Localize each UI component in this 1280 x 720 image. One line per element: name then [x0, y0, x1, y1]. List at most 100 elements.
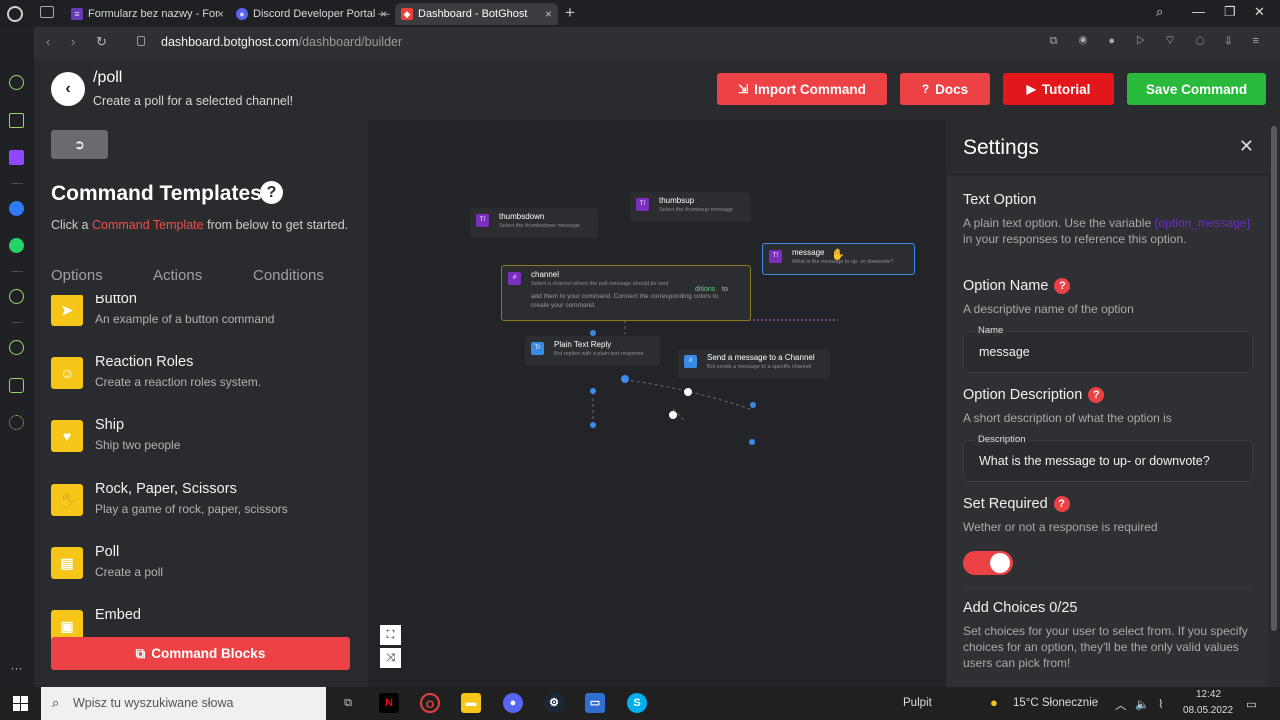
clock-time[interactable]: 12:42	[1196, 689, 1221, 700]
extension-icons[interactable]: ⧉ ◉ ● ▷ ♡ ⬡ ⇩ ≡	[1050, 35, 1268, 48]
opera-icon[interactable]: O	[420, 693, 440, 713]
node-plain-text-reply[interactable]: Tr Plain Text Reply Bot replies with a p…	[525, 336, 660, 366]
workspaces-icon[interactable]	[40, 6, 54, 18]
back-button[interactable]: ‹	[51, 72, 85, 106]
help-icon[interactable]: ?	[260, 181, 283, 204]
network-icon[interactable]: ⌇	[1158, 697, 1164, 711]
node-message[interactable]: T! message What is the message to up- or…	[762, 243, 915, 275]
skype-icon[interactable]: S	[627, 693, 647, 713]
steam-icon[interactable]: ⚙	[544, 693, 564, 713]
opera-logo-icon[interactable]	[7, 6, 23, 22]
connection-handle[interactable]	[750, 402, 756, 408]
settings-gear-icon[interactable]	[9, 415, 24, 430]
builder-canvas[interactable]: T! thumbsdown Select the thumbsdown mess…	[368, 120, 946, 687]
node-title: Plain Text Reply	[554, 340, 612, 349]
node-thumbsdown[interactable]: T! thumbsdown Select the thumbsdown mess…	[470, 208, 598, 238]
option-description-description: A short description of what the option i…	[963, 411, 1172, 425]
page-scrollbar[interactable]	[1268, 120, 1280, 687]
whatsapp-icon[interactable]	[9, 238, 24, 253]
option-description-field[interactable]: Description What is the message to up- o…	[963, 434, 1253, 482]
connection-handle[interactable]	[749, 439, 755, 445]
search-tabs-icon[interactable]: ⌕	[1156, 4, 1163, 20]
cube-icon[interactable]	[9, 378, 24, 393]
command-template-link[interactable]: Command Template	[92, 218, 204, 232]
connection-handle[interactable]	[621, 375, 629, 383]
set-required-description: Wether or not a response is required	[963, 520, 1158, 534]
help-icon[interactable]: ?	[1053, 496, 1070, 512]
bag-icon[interactable]	[9, 113, 24, 128]
help-icon[interactable]: ?	[1054, 278, 1071, 294]
close-tab-icon[interactable]: ×	[217, 7, 224, 21]
bar-chart-icon: ▤	[51, 547, 83, 579]
save-command-button[interactable]: Save Command	[1127, 73, 1266, 105]
tray-chevron-icon[interactable]: ︿	[1115, 697, 1127, 713]
tab-conditions[interactable]: Conditions	[253, 267, 324, 284]
file-explorer-icon[interactable]: ▬	[461, 693, 481, 713]
subtitle-text: Click a	[51, 218, 92, 232]
help-icon[interactable]: ?	[1088, 387, 1105, 403]
url-field[interactable]: dashboard.botghost.com/dashboard/builder	[161, 35, 402, 49]
url-path: /dashboard/builder	[298, 35, 403, 49]
tab-botghost[interactable]: ◆ Dashboard - BotGhost ×	[395, 3, 558, 25]
command-blocks-button[interactable]: ⧉ Command Blocks	[51, 637, 350, 670]
windows-start-icon[interactable]	[13, 696, 28, 711]
tab-forms[interactable]: ≡ Formularz bez nazwy - For ×	[65, 3, 230, 25]
node-send-message-channel[interactable]: # Send a message to a Channel Bot sends …	[678, 349, 830, 379]
app-window-icon[interactable]: ▭	[585, 693, 605, 713]
import-command-button[interactable]: ⇲ Import Command	[717, 73, 887, 105]
settings-title: Settings	[963, 136, 1039, 159]
connection-handle[interactable]	[669, 411, 677, 419]
template-button[interactable]: ➤ Button An example of a button command	[51, 295, 361, 338]
messenger-icon[interactable]	[9, 201, 24, 216]
collapse-panel-button[interactable]: ➲	[51, 130, 108, 159]
close-tab-icon[interactable]: ×	[545, 7, 552, 21]
tab-discord[interactable]: ● Discord Developer Portal — ×	[230, 3, 393, 25]
node-channel[interactable]: # channel Select a channel where the pol…	[501, 265, 751, 321]
new-tab-icon[interactable]: +	[565, 3, 575, 23]
tutorial-button[interactable]: ▶ Tutorial	[1003, 73, 1114, 105]
node-title: Send a message to a Channel	[707, 353, 815, 362]
close-tab-icon[interactable]: ×	[380, 7, 387, 21]
hand-cursor-icon: ✋	[831, 249, 845, 261]
close-window-icon[interactable]: ✕	[1254, 4, 1265, 20]
task-view-icon[interactable]: ⧉	[338, 693, 358, 713]
speed-dial-icon[interactable]	[9, 75, 24, 90]
template-poll[interactable]: ▤ Poll Create a poll	[51, 541, 361, 591]
template-rock-paper-scissors[interactable]: ✋ Rock, Paper, Scissors Play a game of r…	[51, 478, 361, 528]
tab-actions[interactable]: Actions	[153, 267, 202, 284]
connection-handle[interactable]	[590, 388, 596, 394]
player-icon[interactable]	[9, 289, 24, 304]
overlay-text: add them to your command. Connect the co…	[531, 293, 719, 309]
twitch-icon[interactable]	[9, 150, 24, 165]
template-name: Button	[95, 295, 137, 307]
maximize-icon[interactable]: ❐	[1224, 4, 1236, 20]
option-name-field[interactable]: Name message	[963, 325, 1253, 373]
tab-options[interactable]: Options	[51, 267, 103, 284]
history-icon[interactable]	[9, 340, 24, 355]
connection-handle[interactable]	[590, 422, 596, 428]
docs-button[interactable]: ? Docs	[900, 73, 990, 105]
fit-view-icon[interactable]: ⛶	[380, 625, 401, 645]
forward-icon[interactable]: ›	[71, 34, 75, 49]
desktop-label[interactable]: Pulpit	[903, 697, 932, 709]
button-label: Tutorial	[1041, 81, 1091, 97]
template-ship[interactable]: ♥ Ship Ship two people	[51, 414, 361, 464]
clock-date[interactable]: 08.05.2022	[1183, 705, 1233, 716]
connection-handle[interactable]	[684, 388, 692, 396]
volume-icon[interactable]: 🔈	[1135, 697, 1149, 711]
discord-app-icon[interactable]: ●	[503, 693, 523, 713]
back-icon[interactable]: ‹	[46, 34, 50, 49]
template-reaction-roles[interactable]: ☺ Reaction Roles Create a reaction roles…	[51, 351, 361, 401]
node-thumbsup[interactable]: T! thumbsup Select the thumbsup message	[630, 192, 751, 222]
taskbar-search-input[interactable]: ⌕ Wpisz tu wyszukiwane słowa	[41, 687, 326, 720]
shuffle-layout-icon[interactable]: ⤨	[380, 648, 401, 668]
more-icon[interactable]: ···	[9, 661, 24, 676]
minimize-icon[interactable]: —	[1192, 4, 1205, 19]
notifications-icon[interactable]: ▭	[1246, 697, 1257, 711]
scrollbar-thumb[interactable]	[1271, 126, 1277, 631]
weather-text[interactable]: 15°C Słonecznie	[1013, 697, 1098, 709]
netflix-icon[interactable]: N	[379, 693, 399, 713]
reload-icon[interactable]: ↻	[96, 34, 107, 50]
required-toggle[interactable]	[963, 551, 1013, 575]
close-icon[interactable]: ✕	[1239, 136, 1254, 157]
